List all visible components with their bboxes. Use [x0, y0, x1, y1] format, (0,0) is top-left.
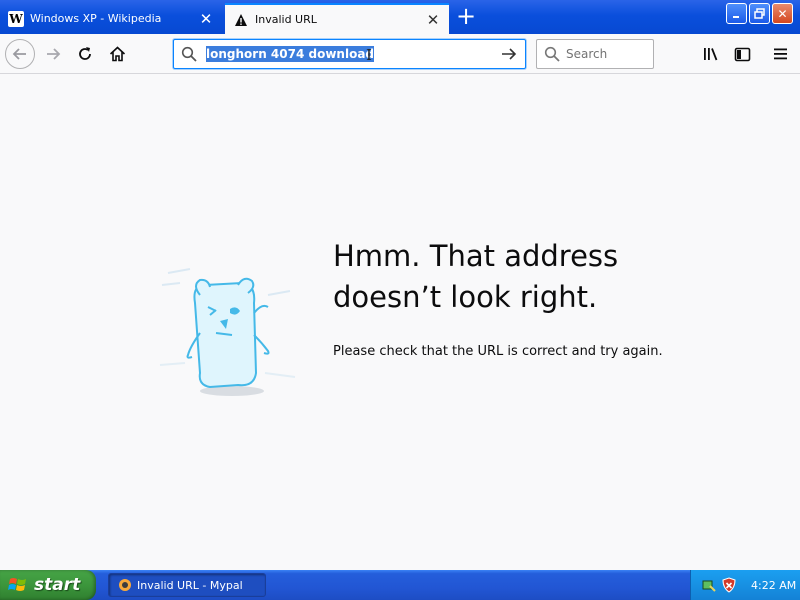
error-description: Please check that the URL is correct and…	[333, 344, 663, 359]
back-arrow-icon	[12, 48, 26, 60]
go-arrow-icon[interactable]	[499, 46, 519, 62]
tab-strip: W Windows XP - Wikipedia ✕ Invalid URL ✕…	[0, 0, 800, 34]
text-cursor-icon: I	[366, 46, 372, 64]
warning-icon	[233, 12, 249, 28]
search-bar[interactable]	[536, 39, 654, 69]
library-icon	[704, 48, 718, 61]
home-icon	[109, 46, 125, 62]
taskbar-item-mypal[interactable]: Invalid URL - Mypal	[108, 573, 266, 597]
error-title-line-2: doesn’t look right.	[333, 280, 598, 314]
error-title: Hmm. That address doesn’t look right.	[333, 236, 753, 318]
error-title-line-1: Hmm. That address	[333, 239, 619, 273]
library-button[interactable]	[696, 39, 726, 69]
new-tab-button[interactable]: +	[452, 3, 480, 31]
taskbar: start Invalid URL - Mypal 4:22 AM	[0, 570, 800, 600]
menu-button[interactable]	[766, 39, 796, 69]
close-window-button[interactable]: ✕	[772, 3, 793, 24]
start-label: start	[34, 575, 81, 595]
url-input[interactable]: longhorn 4074 download	[206, 46, 499, 62]
restore-button[interactable]	[749, 3, 770, 24]
search-input[interactable]	[566, 47, 646, 61]
network-icon[interactable]	[701, 577, 717, 593]
tab-title: Windows XP - Wikipedia	[30, 12, 162, 25]
close-tab-icon[interactable]: ✕	[425, 11, 441, 29]
start-button[interactable]: start	[0, 570, 96, 600]
forward-button[interactable]	[38, 39, 68, 69]
search-icon	[180, 46, 198, 62]
navigation-toolbar: longhorn 4074 download I	[0, 34, 800, 74]
tab-windows-xp-wikipedia[interactable]: W Windows XP - Wikipedia ✕	[0, 3, 222, 34]
mypal-app-icon	[117, 577, 133, 593]
window-controls: ✕	[726, 3, 793, 24]
reload-icon	[79, 47, 91, 60]
close-tab-icon[interactable]: ✕	[198, 10, 214, 28]
url-selected-text: longhorn 4074 download	[206, 46, 374, 62]
taskbar-item-label: Invalid URL - Mypal	[137, 578, 243, 592]
search-icon	[544, 46, 560, 62]
security-shield-icon[interactable]	[721, 577, 737, 593]
clock[interactable]: 4:22 AM	[751, 579, 796, 592]
wikipedia-icon: W	[8, 10, 24, 27]
system-tray: 4:22 AM	[690, 570, 800, 600]
forward-arrow-icon	[47, 48, 61, 60]
reload-button[interactable]	[70, 39, 100, 69]
tab-invalid-url[interactable]: Invalid URL ✕	[225, 3, 449, 34]
sidebar-button[interactable]	[727, 39, 757, 69]
error-illustration	[150, 255, 300, 405]
hamburger-menu-icon	[774, 48, 787, 60]
tab-title: Invalid URL	[255, 13, 317, 26]
url-bar[interactable]: longhorn 4074 download I	[173, 39, 526, 69]
back-button[interactable]	[5, 39, 35, 69]
home-button[interactable]	[102, 39, 132, 69]
minimize-button[interactable]	[726, 3, 747, 24]
sidebar-icon	[734, 47, 750, 61]
windows-logo-icon	[8, 578, 26, 591]
